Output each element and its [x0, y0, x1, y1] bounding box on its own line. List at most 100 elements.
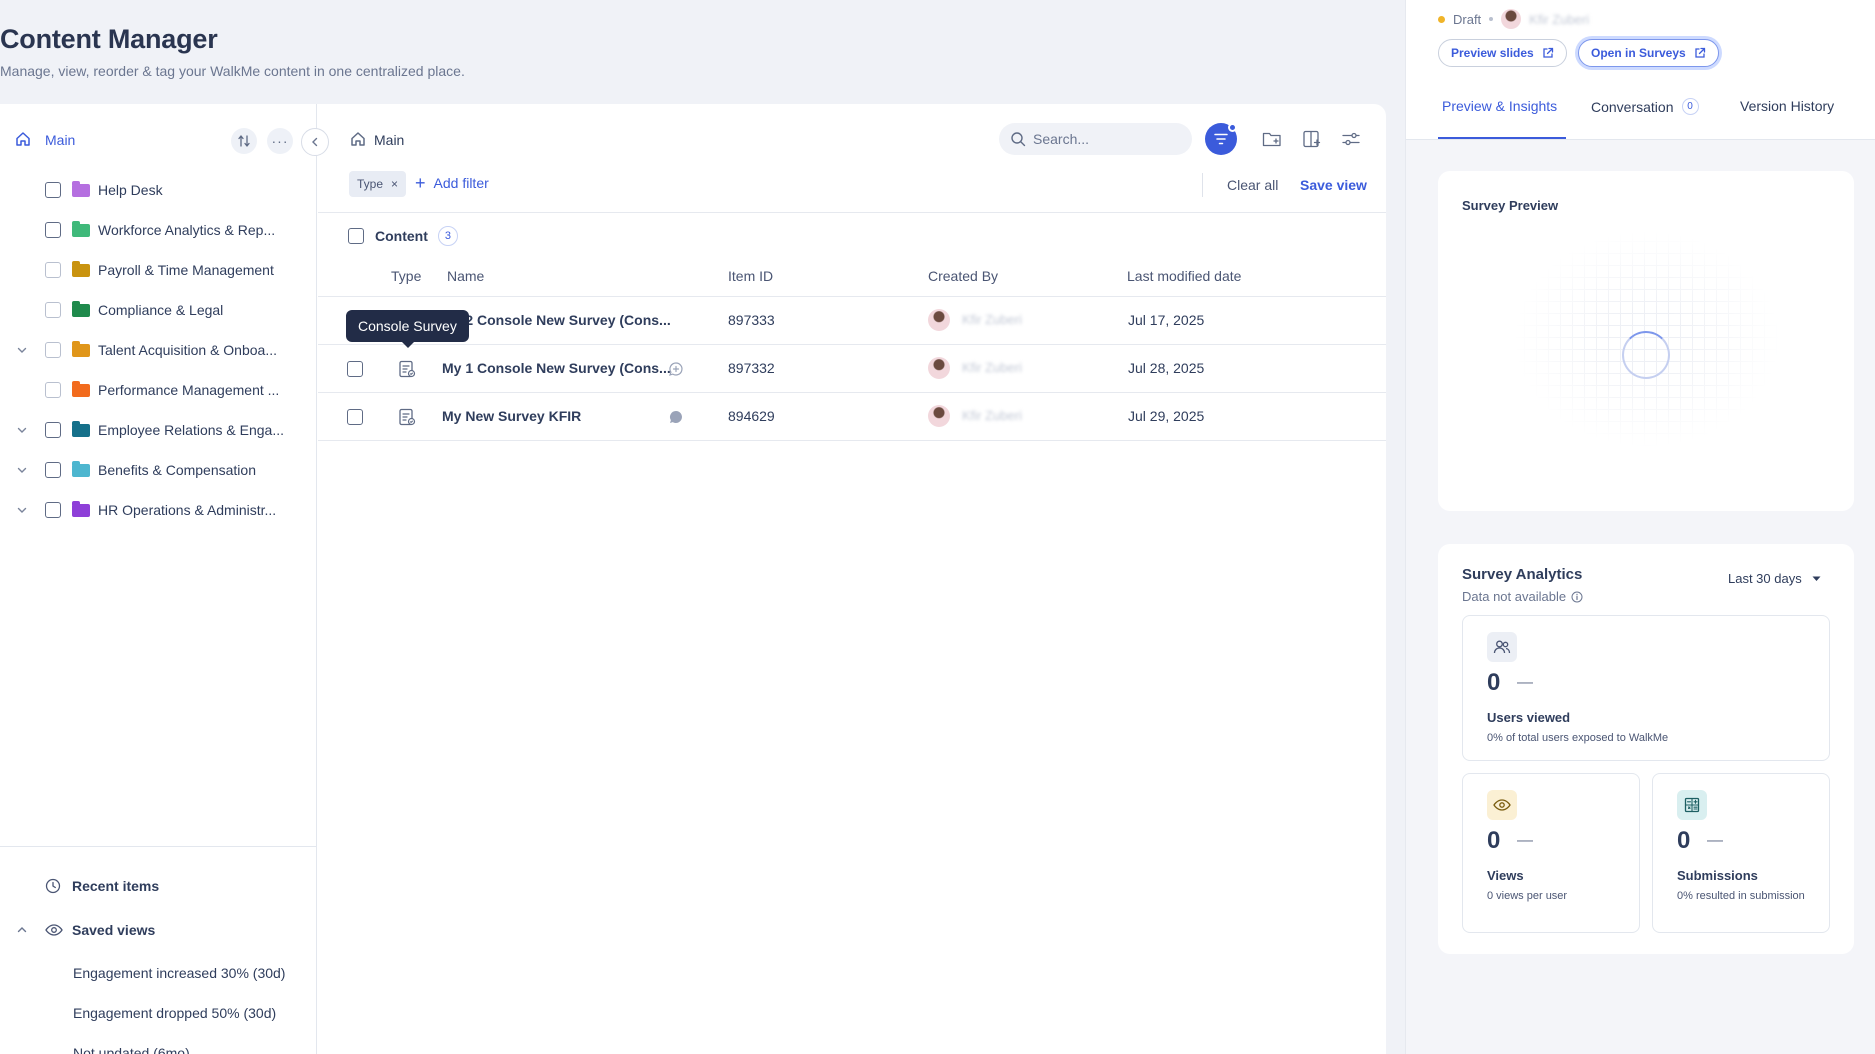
saved-view-item[interactable]: Engagement increased 30% (30d): [73, 965, 285, 981]
home-icon[interactable]: [14, 130, 32, 148]
open-in-surveys-button[interactable]: Open in Surveys: [1578, 39, 1719, 67]
saved-view-item[interactable]: Engagement dropped 50% (30d): [73, 1005, 276, 1021]
submissions-value: 0: [1677, 827, 1691, 854]
details-panel-header: Draft Kfir Zuberi Preview slides Open in…: [1406, 0, 1875, 140]
recent-items[interactable]: Recent items: [0, 871, 317, 901]
folder-checkbox[interactable]: [45, 222, 61, 238]
avatar: [928, 357, 950, 379]
content-name[interactable]: My New Survey KFIR: [442, 408, 581, 424]
folder-checkbox[interactable]: [45, 382, 61, 398]
chevron-down-icon[interactable]: [15, 345, 29, 355]
row-checkbox[interactable]: [347, 361, 363, 377]
table-row[interactable]: My 2 Console New Survey (Cons... 897333 Kf…: [318, 297, 1386, 345]
calculator-icon: [1677, 790, 1707, 820]
clear-all-button[interactable]: Clear all: [1227, 177, 1278, 193]
saved-view-item[interactable]: Not updated (6mo): [73, 1045, 190, 1054]
settings-sliders-button[interactable]: [1339, 127, 1363, 151]
new-folder-button[interactable]: [1260, 127, 1284, 151]
preview-slides-button[interactable]: Preview slides: [1438, 39, 1567, 67]
avatar: [928, 309, 950, 331]
users-viewed-trend: —: [1517, 674, 1533, 691]
folder-item[interactable]: Compliance & Legal: [0, 290, 317, 330]
sort-button[interactable]: [231, 128, 257, 154]
filter-icon: [1214, 133, 1228, 145]
created-by: Kfir Zuberi: [962, 360, 1022, 375]
status-label: Draft: [1453, 11, 1482, 27]
folder-item[interactable]: Payroll & Time Management: [0, 250, 317, 290]
submissions-label: Submissions: [1677, 868, 1758, 883]
chevron-down-icon[interactable]: [15, 425, 29, 435]
breadcrumb[interactable]: Main: [374, 132, 404, 148]
sidebar-bottom: Recent items Saved views Engagement incr…: [0, 846, 317, 1054]
chevron-down-icon[interactable]: [15, 465, 29, 475]
folder-label: Compliance & Legal: [98, 302, 224, 318]
remove-filter-icon[interactable]: ×: [391, 177, 398, 191]
folder-checkbox[interactable]: [45, 182, 61, 198]
folder-item[interactable]: Benefits & Compensation: [0, 450, 317, 490]
date-range-dropdown[interactable]: Last 30 days: [1728, 571, 1821, 586]
tab-preview-insights[interactable]: Preview & Insights: [1442, 98, 1557, 114]
folder-checkbox[interactable]: [45, 502, 61, 518]
search-input[interactable]: [1033, 123, 1183, 155]
folder-item[interactable]: Workforce Analytics & Rep...: [0, 210, 317, 250]
sort-icon: [238, 135, 250, 147]
more-options-button[interactable]: ···: [267, 128, 293, 154]
saved-views-label: Saved views: [72, 922, 156, 938]
filter-chip-type[interactable]: Type ×: [349, 171, 407, 197]
column-header-type[interactable]: Type: [391, 268, 421, 284]
chevron-down-icon[interactable]: [15, 505, 29, 515]
folder-item[interactable]: Employee Relations & Enga...: [0, 410, 317, 450]
folder-checkbox[interactable]: [45, 342, 61, 358]
chat-icon[interactable]: [668, 409, 684, 425]
sidebar-header: Main ···: [0, 104, 317, 176]
collapse-sidebar-button[interactable]: [301, 128, 329, 156]
saved-views-toggle[interactable]: Saved views: [0, 915, 317, 945]
item-id: 897333: [728, 312, 775, 328]
chat-plus-icon[interactable]: [668, 361, 684, 377]
add-filter-button[interactable]: + Add filter: [415, 174, 489, 192]
draft-status-dot: [1438, 15, 1445, 23]
last-modified-date: Jul 17, 2025: [1128, 312, 1205, 328]
info-icon[interactable]: [1571, 591, 1583, 603]
views-value: 0: [1487, 827, 1501, 854]
folder-icon: [72, 260, 90, 277]
folder-icon: [72, 460, 90, 477]
views-trend: —: [1517, 832, 1533, 849]
table-row[interactable]: My New Survey KFIR 894629 Kfir Zuberi Jul 2…: [318, 393, 1386, 441]
folder-checkbox[interactable]: [45, 422, 61, 438]
home-icon[interactable]: [349, 130, 367, 148]
select-all-checkbox[interactable]: [348, 228, 364, 244]
tab-conversation[interactable]: Conversation 0: [1591, 98, 1699, 115]
tab-label: Conversation: [1591, 98, 1674, 115]
content-manager-card: Main ··· Help Desk Workforce Analytics & …: [0, 104, 1386, 1054]
active-tab-indicator: [1438, 137, 1566, 139]
content-group-header: Content 3: [348, 226, 458, 246]
divider: [318, 212, 1386, 213]
row-checkbox[interactable]: [347, 409, 363, 425]
content-name[interactable]: My 1 Console New Survey (Cons...: [442, 360, 671, 376]
tab-version-history[interactable]: Version History: [1740, 98, 1834, 114]
folder-label: Talent Acquisition & Onboa...: [98, 342, 277, 358]
filter-button[interactable]: [1205, 123, 1237, 155]
folder-checkbox[interactable]: [45, 462, 61, 478]
columns-button[interactable]: [1300, 127, 1324, 151]
filter-chip-label: Type: [357, 177, 384, 191]
submissions-subtext: 0% resulted in submission: [1677, 890, 1805, 902]
folder-checkbox[interactable]: [45, 262, 61, 278]
submissions-stat: 0 — Submissions 0% resulted in submissio…: [1652, 773, 1830, 933]
content-name[interactable]: My 2 Console New Survey (Cons...: [442, 312, 671, 328]
folder-item[interactable]: Help Desk: [0, 170, 317, 210]
save-view-button[interactable]: Save view: [1300, 177, 1367, 193]
folder-item[interactable]: Performance Management ...: [0, 370, 317, 410]
page-title: Content Manager: [0, 24, 218, 54]
table-row[interactable]: My 1 Console New Survey (Cons... 897332 Kf…: [318, 345, 1386, 393]
folder-item[interactable]: HR Operations & Administr...: [0, 490, 317, 530]
folder-icon: [72, 500, 90, 517]
sidebar-root-link[interactable]: Main: [45, 132, 75, 148]
folder-checkbox[interactable]: [45, 302, 61, 318]
column-header-item-id[interactable]: Item ID: [728, 268, 773, 284]
column-header-created-by[interactable]: Created By: [928, 268, 998, 284]
folder-item[interactable]: Talent Acquisition & Onboa...: [0, 330, 317, 370]
column-header-last-modified[interactable]: Last modified date: [1127, 268, 1241, 284]
column-header-name[interactable]: Name: [447, 268, 484, 284]
